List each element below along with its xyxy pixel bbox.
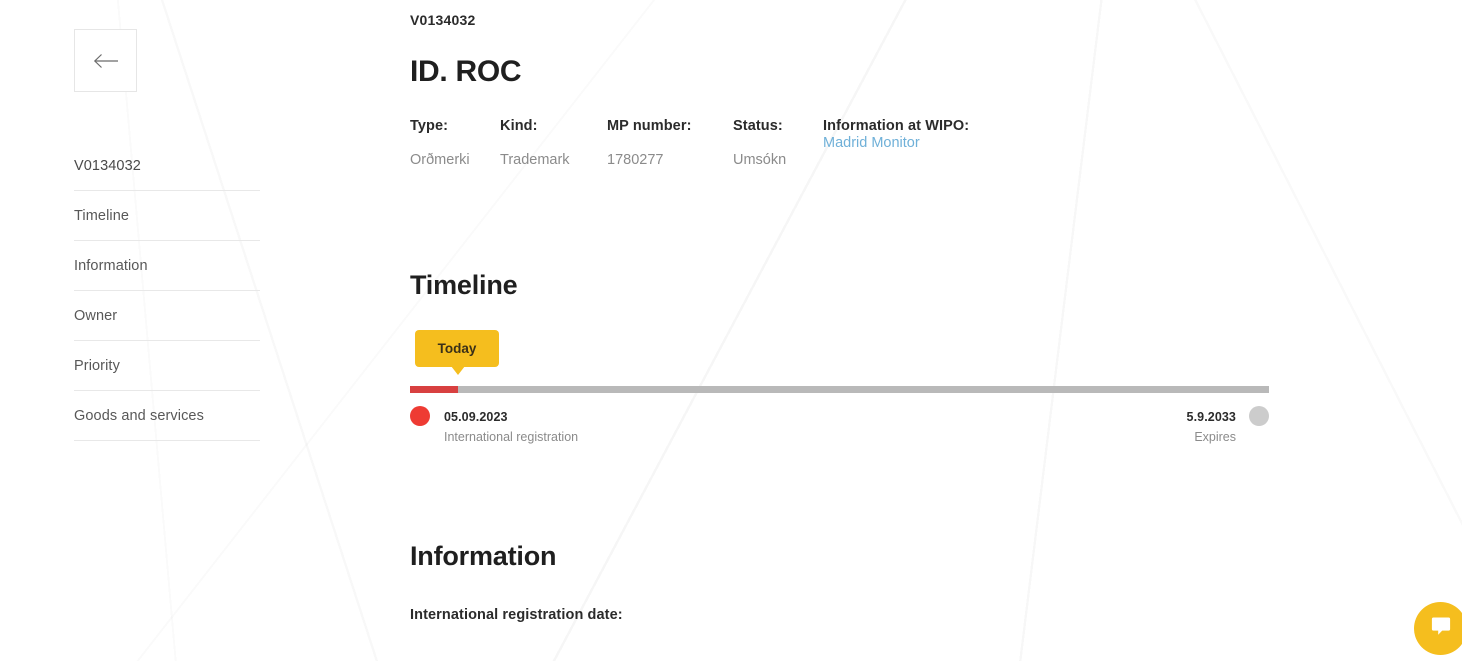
sidebar: V0134032 Timeline Information Owner Prio… bbox=[74, 0, 260, 441]
meta-field-kind: Kind: Trademark bbox=[500, 118, 570, 168]
timeline-marker-start: 05.09.2023 International registration bbox=[410, 406, 578, 445]
sidebar-item-label: Timeline bbox=[74, 207, 130, 224]
today-marker: Today bbox=[410, 330, 1270, 375]
timeline-heading: Timeline bbox=[410, 270, 518, 300]
meta-label: Type: bbox=[410, 118, 449, 134]
today-badge-label: Today bbox=[437, 341, 477, 356]
sidebar-item-information[interactable]: Information bbox=[74, 241, 260, 291]
information-section: Information International registration d… bbox=[410, 541, 1270, 624]
timeline-end-dot-icon bbox=[1249, 406, 1269, 426]
information-heading: Information bbox=[410, 541, 557, 571]
sidebar-item-priority[interactable]: Priority bbox=[74, 341, 260, 391]
timeline-end-text: 5.9.2033 Expires bbox=[1187, 408, 1236, 445]
timeline-start-text: 05.09.2023 International registration bbox=[444, 408, 578, 445]
sidebar-item-goods-and-services[interactable]: Goods and services bbox=[74, 391, 260, 441]
timeline-start-dot-icon bbox=[410, 406, 430, 426]
sidebar-item-label: Information bbox=[74, 257, 148, 274]
timeline-start-date: 05.09.2023 bbox=[444, 410, 508, 424]
meta-field-wipo-information: Information at WIPO: Madrid Monitor bbox=[823, 118, 969, 152]
arrow-left-icon bbox=[93, 53, 119, 69]
today-badge-pointer bbox=[451, 366, 465, 375]
timeline-section: Timeline Today 05.09.2023 International … bbox=[410, 272, 1270, 452]
main-content: V0134032 ID. ROC Type: Orðmerki Kind: Tr… bbox=[410, 0, 1270, 623]
meta-label: Information at WIPO: bbox=[823, 118, 970, 134]
record-id: V0134032 bbox=[410, 12, 476, 28]
chat-bubble-icon bbox=[1428, 613, 1454, 644]
record-detail-page: V0134032 Timeline Information Owner Prio… bbox=[0, 0, 1462, 661]
sidebar-item-label: V0134032 bbox=[74, 157, 141, 174]
meta-label: MP number: bbox=[607, 118, 692, 134]
record-meta-row: Type: Orðmerki Kind: Trademark MP number… bbox=[410, 118, 1270, 168]
meta-value: Umsókn bbox=[733, 152, 787, 168]
sidebar-item-owner[interactable]: Owner bbox=[74, 291, 260, 341]
page-title: ID. ROC bbox=[410, 55, 522, 88]
meta-value: Orðmerki bbox=[410, 152, 470, 168]
timeline-progress-fill bbox=[410, 386, 459, 393]
today-badge[interactable]: Today bbox=[415, 330, 499, 367]
madrid-monitor-link[interactable]: Madrid Monitor bbox=[823, 135, 920, 151]
chat-widget-button[interactable] bbox=[1414, 602, 1462, 655]
international-registration-date-label: International registration date: bbox=[410, 607, 623, 623]
timeline-end-date: 5.9.2033 bbox=[1186, 410, 1236, 424]
meta-label: Status: bbox=[733, 118, 783, 134]
meta-value: 1780277 bbox=[607, 152, 664, 168]
meta-field-mp-number: MP number: 1780277 bbox=[607, 118, 692, 168]
sidebar-item-timeline[interactable]: Timeline bbox=[74, 191, 260, 241]
timeline-progress-track[interactable] bbox=[410, 386, 1269, 393]
timeline-start-caption: International registration bbox=[444, 430, 579, 444]
meta-field-type: Type: Orðmerki bbox=[410, 118, 470, 168]
sidebar-nav: V0134032 Timeline Information Owner Prio… bbox=[74, 141, 260, 441]
meta-field-status: Status: Umsókn bbox=[733, 118, 786, 168]
timeline-markers: 05.09.2023 International registration 5.… bbox=[410, 406, 1269, 452]
sidebar-item-label: Priority bbox=[74, 357, 120, 374]
timeline-marker-end: 5.9.2033 Expires bbox=[1187, 406, 1269, 445]
sidebar-item-label: Goods and services bbox=[74, 407, 204, 424]
meta-label: Kind: bbox=[500, 118, 538, 134]
back-button[interactable] bbox=[74, 29, 137, 92]
timeline-end-caption: Expires bbox=[1194, 430, 1236, 444]
sidebar-item-record-id[interactable]: V0134032 bbox=[74, 141, 260, 191]
sidebar-item-label: Owner bbox=[74, 307, 118, 324]
meta-value: Trademark bbox=[500, 152, 570, 168]
